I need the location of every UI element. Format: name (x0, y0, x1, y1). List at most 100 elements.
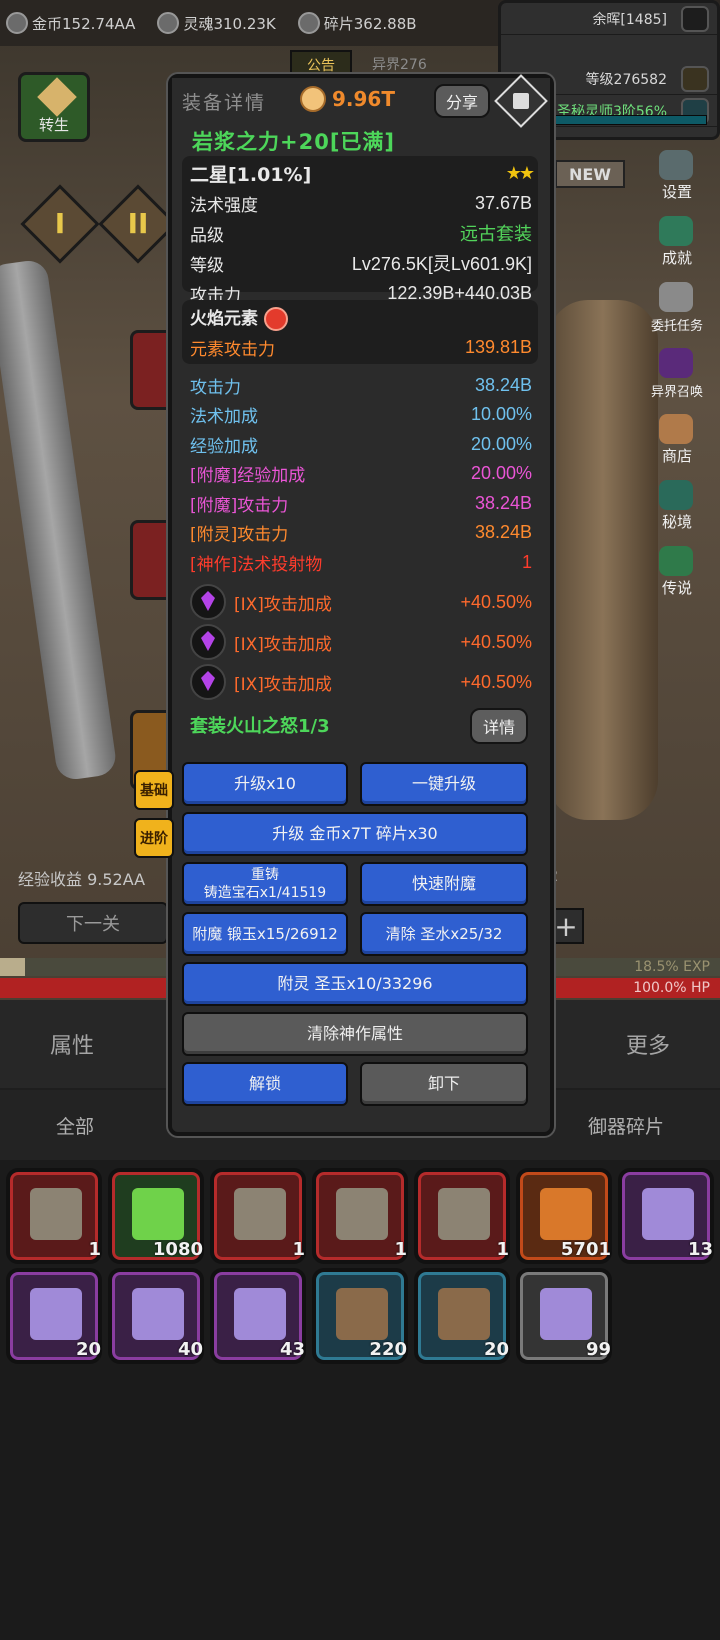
clear-holy-water-button[interactable]: 清除 圣水x25/32 (360, 912, 528, 956)
gem-label: [IX]攻击加成 (234, 674, 332, 695)
inventory-item[interactable]: 99 (516, 1268, 612, 1364)
inventory-item[interactable]: 1 (6, 1168, 102, 1264)
gem-row[interactable]: [IX]攻击加成 +40.50% (182, 622, 538, 662)
box-icon (336, 1188, 388, 1240)
afterglow-row[interactable]: 余晖[1485] (501, 3, 717, 35)
unlock-button[interactable]: 解锁 (182, 1062, 348, 1106)
inventory-item[interactable]: 1080 (108, 1168, 204, 1264)
stage-tab-2-label: II (127, 207, 149, 240)
extra-stat-row: 攻击力 38.24B (182, 370, 538, 400)
upgrade-x10-button[interactable]: 升级x10 (182, 762, 348, 806)
extra-stat-row: 经验加成 20.00% (182, 429, 538, 459)
extra-stat-label: [神作]法术投射物 (190, 554, 323, 575)
extra-stat-value: 1 (521, 551, 532, 572)
set-detail-button[interactable]: 详情 (470, 708, 528, 744)
side-secret-realm[interactable]: 秘境 (642, 478, 712, 532)
hp-bar-label: 100.0% HP (633, 980, 710, 996)
extra-stat-value: 38.24B (474, 522, 532, 542)
star-icon (659, 216, 693, 246)
inventory-item[interactable]: 1 (312, 1168, 408, 1264)
tag-basic[interactable]: 基础 (134, 770, 174, 810)
green-bag-icon (132, 1188, 184, 1240)
extra-stat-row: [神作]法术投射物 1 (182, 547, 538, 577)
side-settings-label: 设置 (661, 183, 692, 201)
toolbox-icon (642, 1188, 694, 1240)
extra-stat-label: 攻击力 (190, 377, 241, 398)
tag-advanced[interactable]: 进阶 (134, 818, 174, 858)
rebirth-label: 转生 (38, 116, 69, 134)
gem-value: +40.50% (460, 591, 532, 612)
side-shop-label: 商店 (661, 447, 692, 465)
reforge-button[interactable]: 重铸 铸造宝石x1/41519 (182, 862, 348, 906)
inventory-item[interactable]: 13 (618, 1168, 714, 1264)
base-stat-row: 品级 远古套装 (182, 218, 538, 248)
potion-flask-icon (540, 1288, 592, 1340)
one-click-upgrade-button[interactable]: 一键升级 (360, 762, 528, 806)
shard-amount: 碎片362.88B (323, 14, 417, 33)
gem-row[interactable]: [IX]攻击加成 +40.50% (182, 582, 538, 622)
stage-tab-1[interactable]: I (20, 184, 100, 264)
item-count: 1 (292, 1239, 305, 1260)
share-button[interactable]: 分享 (434, 84, 490, 118)
tab-attributes[interactable]: 属性 (50, 1028, 94, 1060)
otherworld-label: 异界276 (372, 57, 427, 73)
gem-row[interactable]: [IX]攻击加成 +40.50% (182, 662, 538, 702)
gold-amount: 金币152.74AA (32, 14, 136, 33)
tab-more[interactable]: 更多 (626, 1028, 670, 1060)
item-count: 99 (585, 1339, 611, 1360)
inventory-item[interactable]: 43 (210, 1268, 306, 1364)
modal-header-title: 装备详情 (182, 91, 267, 114)
spirit-infuse-button[interactable]: 附灵 圣玉x10/33296 (182, 962, 528, 1006)
extra-stat-row: 法术加成 10.00% (182, 400, 538, 430)
new-badge: NEW (555, 160, 625, 188)
quick-enchant-button[interactable]: 快速附魔 (360, 862, 528, 906)
fire-element-icon (264, 306, 288, 331)
side-settings[interactable]: 设置 (642, 148, 712, 202)
inventory-item[interactable]: 1 (210, 1168, 306, 1264)
stage-tab-1-label: I (54, 207, 66, 240)
extra-stat-row: [附魔]攻击力 38.24B (182, 488, 538, 518)
rebirth-button[interactable]: 转生 (18, 72, 90, 142)
filter-shards[interactable]: 御器碎片 (588, 1112, 664, 1139)
side-menu: 设置 成就 委托任务 异界召唤 商店 秘境 传说 (642, 148, 712, 598)
shard-resource: 碎片362.88B (297, 12, 417, 34)
box-icon (234, 1188, 286, 1240)
toolbox-icon (336, 1288, 388, 1340)
shard-icon (297, 12, 320, 34)
soul-resource: 灵魂310.23K (157, 12, 276, 34)
level-text: 等级276582 (585, 71, 667, 88)
orange-bag-icon (540, 1188, 592, 1240)
stage-tab-2[interactable]: II (98, 184, 178, 264)
enchant-button[interactable]: 附魔 锻玉x15/26912 (182, 912, 348, 956)
element-title-row: 火焰元素 (182, 302, 538, 332)
side-summon[interactable]: 异界召唤 (642, 346, 712, 400)
inventory-item[interactable]: 1 (414, 1168, 510, 1264)
inventory-item[interactable]: 20 (414, 1268, 510, 1364)
inventory-item[interactable]: 5701 (516, 1168, 612, 1264)
star-row: 二星[1.01%] ★★ (182, 158, 538, 188)
element-attack-label: 元素攻击力 (190, 339, 275, 360)
clear-divine-button[interactable]: 清除神作属性 (182, 1012, 528, 1056)
gem-value: +40.50% (460, 631, 532, 652)
book-icon (659, 546, 693, 576)
item-count: 1 (88, 1239, 101, 1260)
leaf-icon (681, 6, 709, 32)
element-attack-row: 元素攻击力 139.81B (182, 332, 538, 362)
reforge-cost: 铸造宝石x1/41519 (203, 885, 327, 901)
equipment-detail-modal: 装备详情 9.96T 分享 岩浆之力+20[已满] 二星[1.01%] ★★ 法… (168, 74, 554, 1136)
filter-all[interactable]: 全部 (56, 1112, 94, 1139)
item-count: 1 (496, 1239, 509, 1260)
side-achievements[interactable]: 成就 (642, 214, 712, 268)
next-stage-button[interactable]: 下一关 (18, 902, 168, 944)
potion-flask-icon (132, 1288, 184, 1340)
gem-value: +40.50% (460, 671, 532, 692)
inventory-item[interactable]: 20 (6, 1268, 102, 1364)
side-legend[interactable]: 传说 (642, 544, 712, 598)
inventory-item[interactable]: 220 (312, 1268, 408, 1364)
unequip-button[interactable]: 卸下 (360, 1062, 528, 1106)
inventory-item[interactable]: 40 (108, 1268, 204, 1364)
upgrade-cost-button[interactable]: 升级 金币x7T 碎片x30 (182, 812, 528, 856)
item-count: 13 (687, 1239, 713, 1260)
side-quests[interactable]: 委托任务 (642, 280, 712, 334)
side-shop[interactable]: 商店 (642, 412, 712, 466)
